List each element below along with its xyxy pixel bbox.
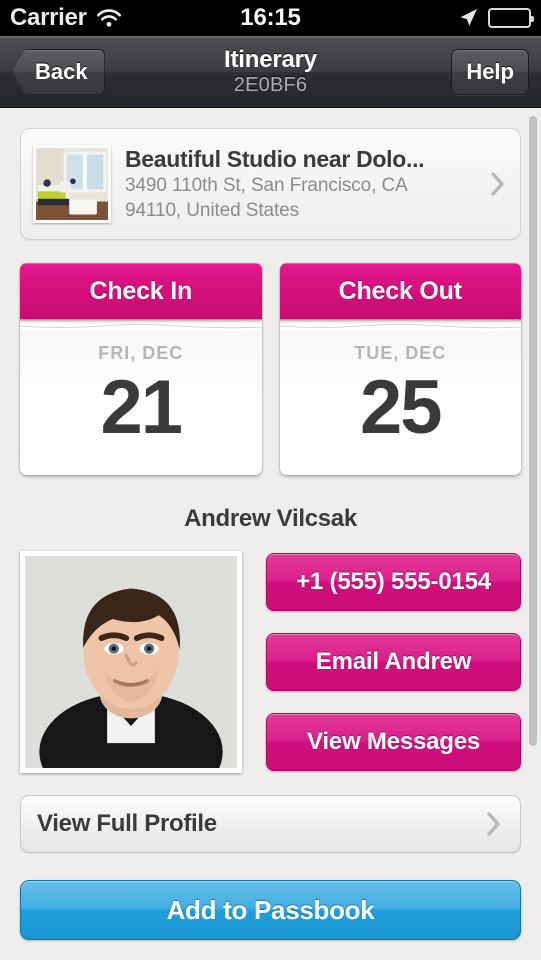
scroll-content[interactable]: Beautiful Studio near Dolo... 3490 110th… [0,108,541,960]
check-out-weekday-month: TUE, DEC [354,343,447,363]
check-out-card[interactable]: Check Out TUE, DEC 25 [279,263,521,475]
listing-title: Beautiful Studio near Dolo... [125,146,425,172]
add-to-passbook-label: Add to Passbook [166,894,375,925]
call-host-button[interactable]: +1 (555) 555-0154 [266,553,521,611]
navigation-bar: Back Itinerary 2E0BF6 Help [0,36,541,108]
listing-address-line1: 3490 110th St, San Francisco, CA [125,175,408,196]
back-button-label: Back [35,58,88,84]
check-in-label: Check In [89,276,193,305]
check-in-weekday-month: FRI, DEC [98,343,184,363]
check-out-header: Check Out [279,263,521,319]
view-full-profile-button[interactable]: View Full Profile [20,795,521,853]
view-full-profile-label: View Full Profile [37,810,217,837]
view-messages-button[interactable]: View Messages [266,713,521,771]
help-button-label: Help [466,58,514,84]
view-messages-label: View Messages [306,728,481,755]
listing-card[interactable]: Beautiful Studio near Dolo... 3490 110th… [20,128,521,240]
back-button[interactable]: Back [12,48,105,95]
listing-thumbnail [33,145,111,223]
check-out-label: Check Out [338,276,462,305]
battery-icon [488,8,534,28]
check-in-body: FRI, DEC 21 [20,331,262,475]
check-out-day: 25 [359,365,443,450]
phone-screen: Carrier 16:15 Back Itinerary 2E0BF6 Help… [0,0,541,960]
host-action-buttons: +1 (555) 555-0154 Email Andrew View Mess… [266,551,521,773]
wifi-icon [96,8,122,28]
listing-address-line2: 94110, United States [125,200,300,221]
status-bar: Carrier 16:15 [0,0,541,36]
status-bar-right [271,7,534,29]
location-arrow-icon [457,7,479,29]
email-host-label: Email Andrew [315,648,472,675]
check-in-card[interactable]: Check In FRI, DEC 21 [20,263,262,475]
check-out-body: TUE, DEC 25 [279,331,521,475]
email-host-button[interactable]: Email Andrew [266,633,521,691]
chevron-right-icon [490,171,506,197]
host-avatar [20,551,242,773]
listing-text-block: Beautiful Studio near Dolo... 3490 110th… [111,145,490,223]
check-in-day: 21 [100,365,183,450]
help-button[interactable]: Help [451,48,529,95]
add-to-passbook-button[interactable]: Add to Passbook [20,880,521,940]
carrier-label: Carrier [10,4,87,31]
call-host-label: +1 (555) 555-0154 [296,568,491,595]
host-name: Andrew Vilcsak [184,505,357,532]
calendar-tear-edge [279,319,521,331]
check-in-header: Check In [20,263,262,319]
chevron-right-icon [486,811,502,837]
vertical-scrollbar[interactable] [529,116,537,746]
calendar-tear-edge [20,319,262,331]
status-bar-left: Carrier [10,4,271,32]
host-section: +1 (555) 555-0154 Email Andrew View Mess… [20,551,521,773]
date-cards-row: Check In FRI, DEC 21 Check Out TUE, DEC … [20,263,521,475]
